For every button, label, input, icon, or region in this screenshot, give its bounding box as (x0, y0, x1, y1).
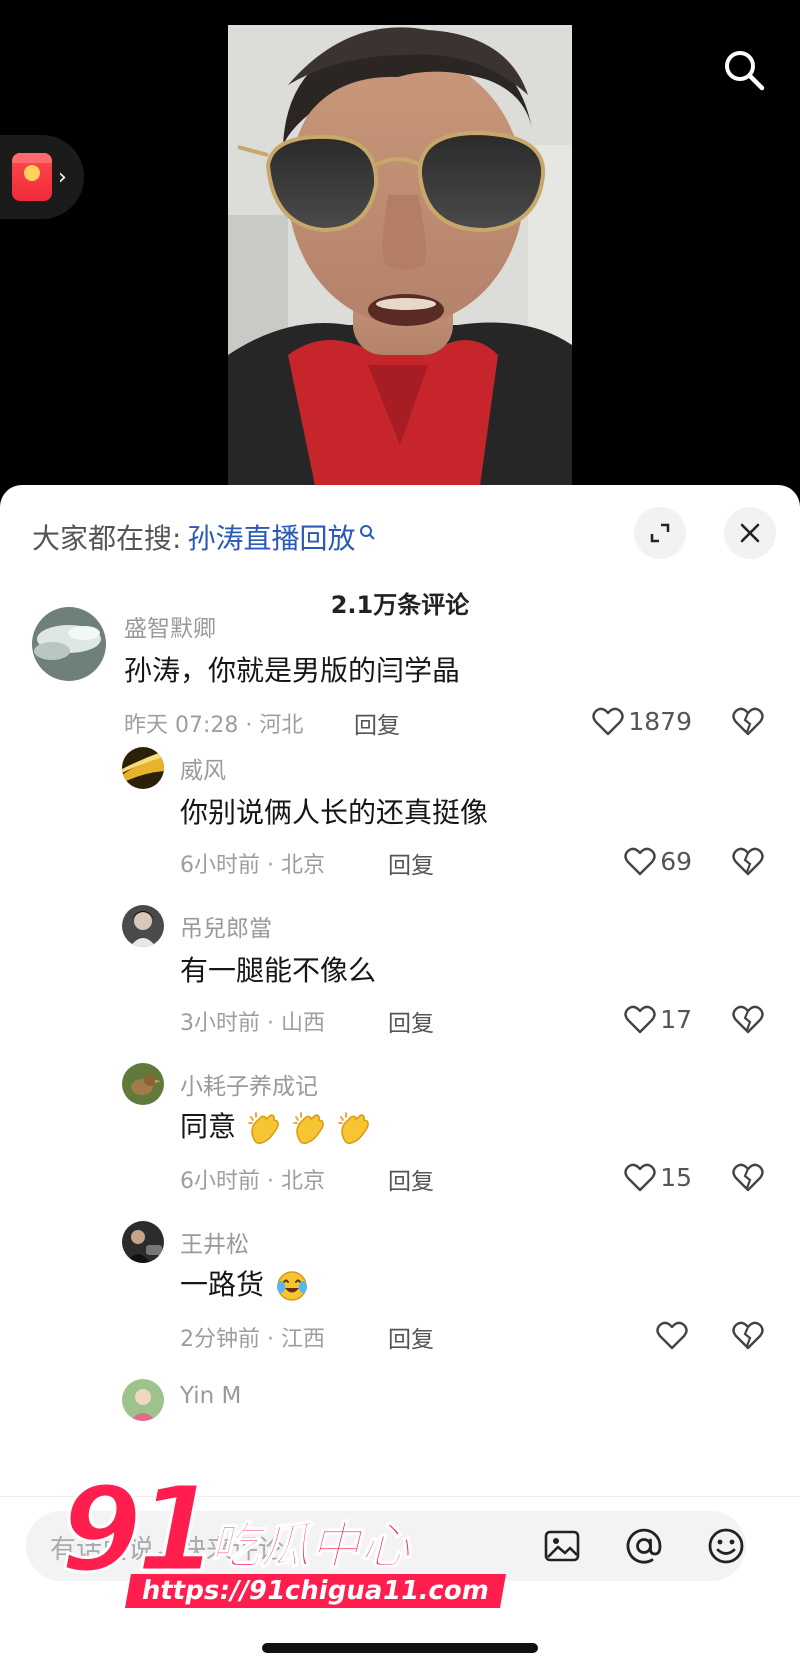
emoji-button[interactable] (704, 1524, 748, 1568)
heart-icon (624, 847, 656, 876)
dislike-button[interactable] (730, 1001, 766, 1037)
expand-button[interactable] (634, 507, 686, 559)
watermark-name: 吃瓜中心 (209, 1516, 411, 1576)
comment-count-title: 2.1万条评论 (330, 591, 470, 619)
dislike-button[interactable] (730, 843, 766, 879)
search-button[interactable] (716, 42, 772, 98)
broken-heart-icon (732, 707, 764, 736)
comment-author[interactable]: 王井松 (180, 1225, 249, 1259)
reply-button[interactable]: 回复 (388, 1004, 434, 1038)
sky-avatar[interactable] (32, 607, 106, 681)
clap-emoji (248, 1112, 279, 1144)
chevron-right-icon: › (58, 164, 67, 190)
comment-meta: 6小时前 · 北京 (180, 1169, 325, 1194)
app-screen: › 大家都在搜: 孙涛直播回放 2.1万条评论 盛智默卿 孙涛，你就是男版的闫学… (0, 0, 800, 1662)
broken-heart-icon (732, 1005, 764, 1034)
portrait-avatar-image (122, 905, 164, 947)
hot-search-label: 大家都在搜: (32, 522, 182, 555)
site-watermark: 91 吃瓜中心 https://91chigua11.com (58, 1460, 506, 1620)
gold-light-avatar-image (122, 747, 164, 789)
video-frame[interactable] (228, 25, 572, 500)
close-icon (740, 523, 760, 543)
comment-text: 你别说俩人长的还真挺像 (180, 796, 489, 829)
image-button[interactable] (540, 1524, 584, 1568)
red-packet-button[interactable]: › (0, 135, 84, 219)
like-button[interactable]: 15 (624, 1159, 692, 1195)
sky-avatar-image (32, 607, 106, 681)
expand-icon (650, 523, 670, 543)
broken-heart-icon (732, 1163, 764, 1192)
reply-button[interactable]: 回复 (388, 1162, 434, 1196)
heart-icon (624, 1163, 656, 1192)
bird-avatar[interactable] (122, 1063, 164, 1105)
comment-text-row: 同意 (180, 1105, 371, 1145)
flower-avatar-image (122, 1379, 164, 1421)
comment-author[interactable]: 小耗子养成记 (180, 1067, 318, 1101)
heart-icon (592, 707, 625, 736)
dislike-button[interactable] (730, 1159, 766, 1195)
search-icon (725, 51, 765, 91)
comment-text: 有一腿能不像么 (180, 954, 377, 987)
clap-emoji (337, 1112, 369, 1144)
reply-button[interactable]: 回复 (388, 846, 434, 880)
small-search-icon (360, 525, 376, 540)
dislike-button[interactable] (730, 1317, 766, 1353)
watermark-url: https://91chigua11.com (125, 1574, 506, 1608)
comment-text: 同意 (180, 1110, 237, 1143)
close-button[interactable] (724, 507, 776, 559)
comment-meta: 6小时前 · 北京 (180, 853, 325, 878)
like-button[interactable]: 69 (624, 843, 692, 879)
like-button[interactable]: 1879 (592, 703, 692, 739)
bird-avatar-image (122, 1063, 164, 1105)
comment-text: 孙涛，你就是男版的闫学晶 (124, 654, 461, 687)
watermark-number: 91 (58, 1460, 219, 1598)
like-button[interactable] (656, 1317, 692, 1353)
heart-icon (656, 1321, 688, 1350)
comment-author[interactable]: Yin M (180, 1383, 241, 1409)
broken-heart-icon (732, 1321, 764, 1350)
car-avatar-image (122, 1221, 164, 1263)
broken-heart-icon (732, 847, 764, 876)
like-button[interactable]: 17 (624, 1001, 692, 1037)
video-player[interactable]: › (0, 0, 800, 500)
video-person-image (228, 25, 572, 500)
hot-search-bar: 大家都在搜: 孙涛直播回放 (32, 515, 376, 559)
mention-button[interactable] (622, 1524, 666, 1568)
like-count: 17 (660, 1004, 692, 1034)
dislike-button[interactable] (730, 703, 766, 739)
gold-light-avatar[interactable] (122, 747, 164, 789)
comment-meta: 2分钟前 · 江西 (180, 1327, 325, 1352)
comment-meta: 昨天 07:28 · 河北 (124, 713, 304, 738)
crying-laugh-emoji (276, 1271, 307, 1301)
home-indicator[interactable] (262, 1643, 538, 1653)
smiley-icon (708, 1528, 744, 1564)
comment-author[interactable]: 盛智默卿 (124, 609, 216, 643)
reply-button[interactable]: 回复 (388, 1320, 434, 1354)
car-avatar[interactable] (122, 1221, 164, 1263)
red-packet-icon (12, 153, 52, 201)
comment-meta: 3小时前 · 山西 (180, 1011, 325, 1036)
comment-text: 一路货 (180, 1268, 265, 1301)
like-count: 1879 (628, 706, 692, 736)
at-icon (626, 1528, 662, 1564)
heart-icon (624, 1005, 656, 1034)
like-count: 69 (660, 846, 692, 876)
like-count: 15 (660, 1162, 692, 1192)
flower-avatar[interactable] (122, 1379, 164, 1421)
comment-text-row: 一路货 (180, 1263, 309, 1303)
hot-search-term-link[interactable]: 孙涛直播回放 (187, 517, 355, 557)
image-icon (544, 1530, 580, 1562)
portrait-avatar[interactable] (122, 905, 164, 947)
clap-emoji (292, 1112, 324, 1144)
comment-author[interactable]: 吊兒郎當 (180, 909, 272, 943)
comment-author[interactable]: 威风 (180, 751, 226, 785)
reply-button[interactable]: 回复 (354, 706, 400, 740)
